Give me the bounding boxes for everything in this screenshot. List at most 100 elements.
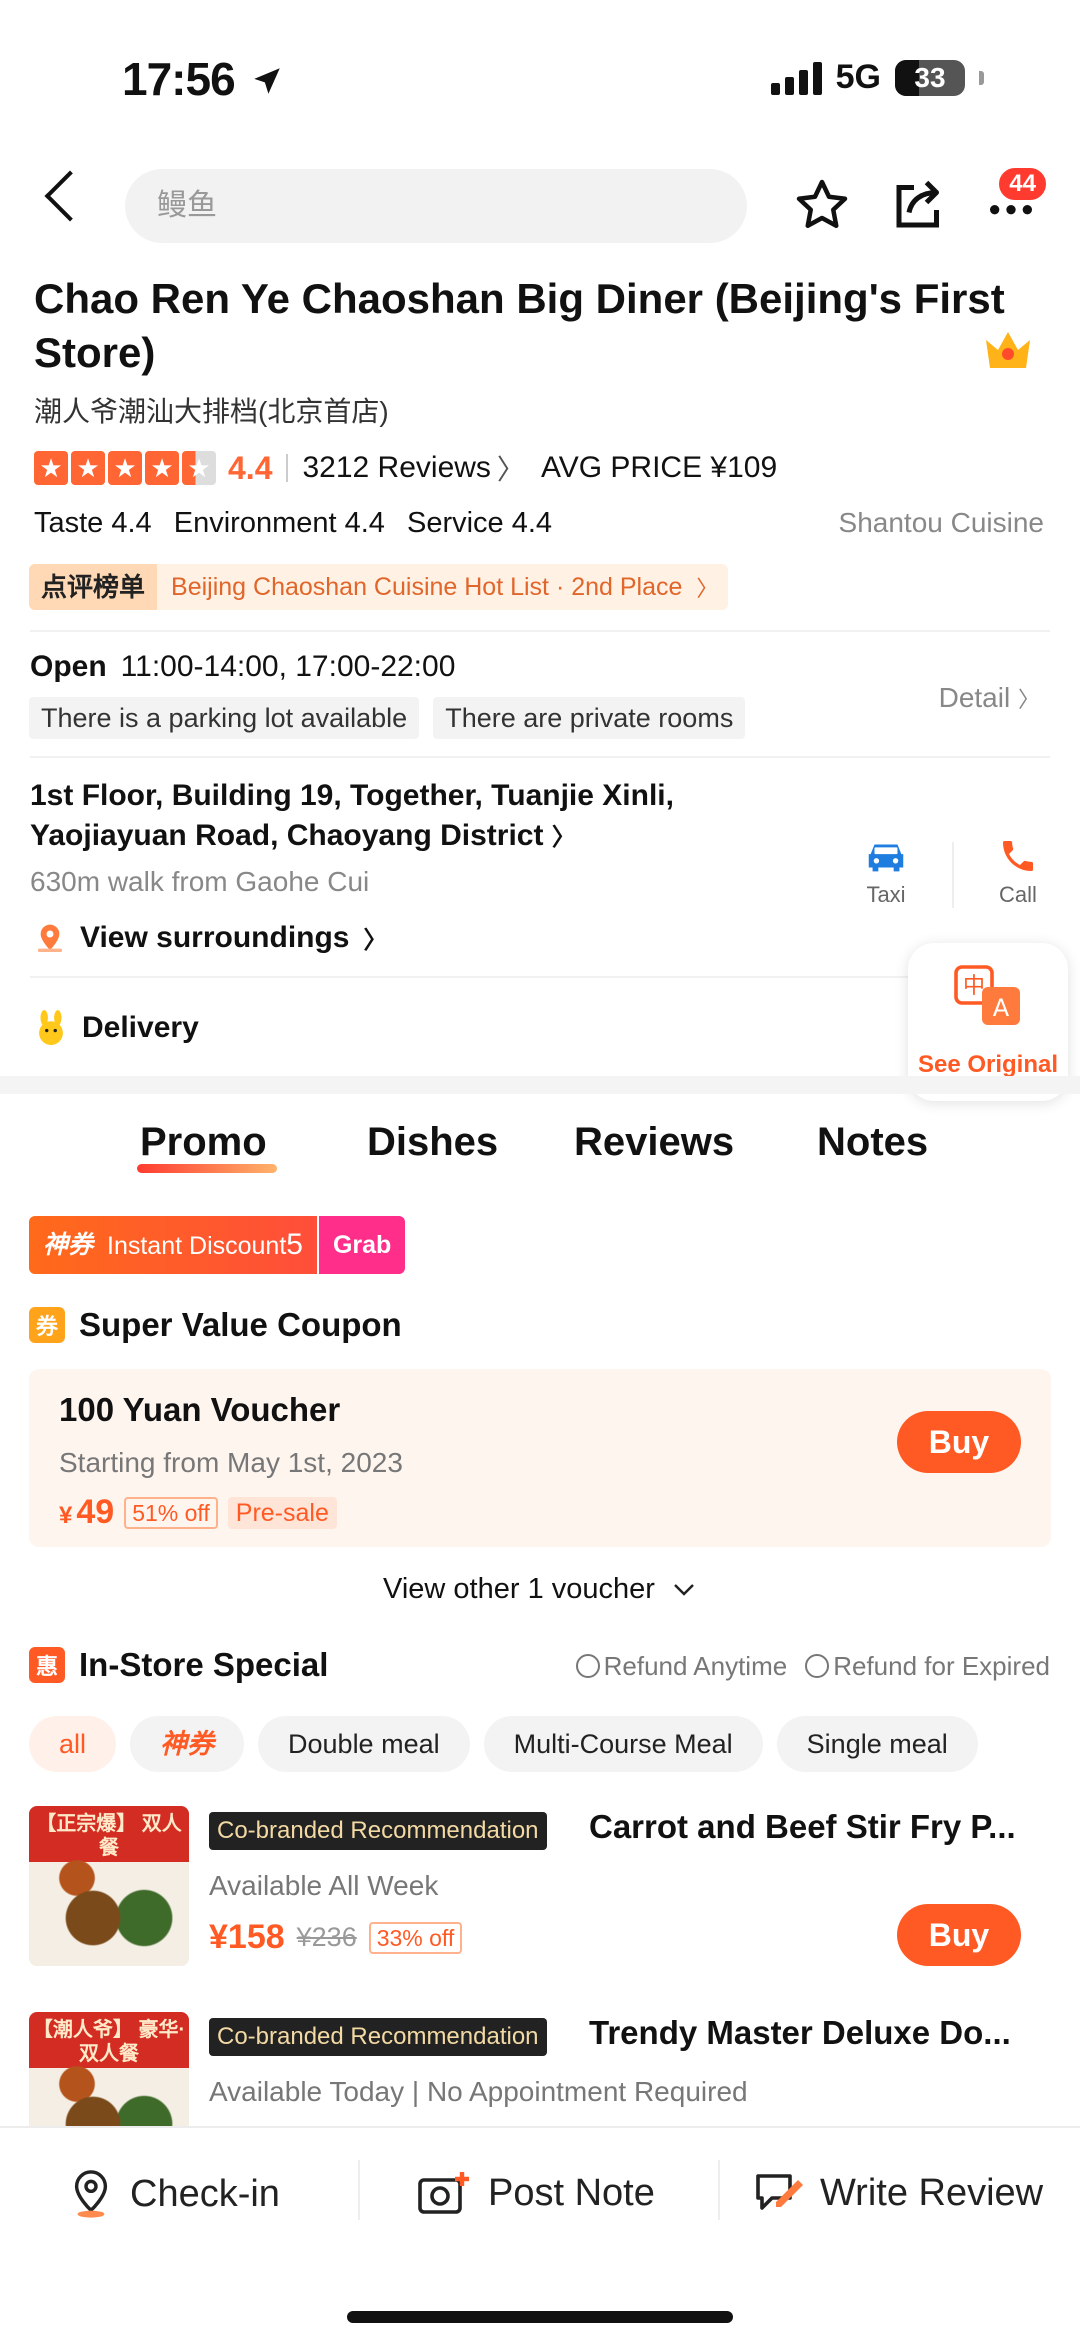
divider: [718, 2160, 720, 2220]
discount-badge: 51% off: [124, 1496, 218, 1529]
star-icon: ★: [182, 451, 216, 485]
taxi-icon: [868, 844, 904, 872]
section-gap: [0, 1076, 1080, 1094]
svg-text:A: A: [993, 994, 1010, 1022]
deal-availability: Available All Week: [209, 1870, 439, 1901]
tab-reviews[interactable]: Reviews: [574, 1120, 734, 1165]
divider: [30, 630, 1050, 632]
instant-discount-label: 神券 Instant Discount5: [29, 1216, 317, 1274]
chevron-right-icon: 〉: [363, 927, 388, 954]
back-icon[interactable]: [44, 170, 96, 222]
active-tab-indicator: [137, 1164, 277, 1173]
instore-section-title: In-Store Special: [79, 1646, 329, 1683]
hot-list-banner[interactable]: 点评榜单 Beijing Chaoshan Cuisine Hot List ·…: [29, 564, 729, 610]
write-review-button[interactable]: Write Review: [752, 2168, 1043, 2218]
deal-availability: Available Today | No Appointment Require…: [209, 2076, 748, 2107]
kangaroo-icon: [39, 1010, 63, 1045]
deal-original-price: ¥236: [296, 1922, 357, 1952]
rating-score: 4.4: [228, 449, 273, 486]
camera-plus-icon: [418, 2172, 469, 2214]
view-other-vouchers[interactable]: View other 1 voucher: [0, 1573, 1080, 1606]
voucher-name: 100 Yuan Voucher: [59, 1391, 341, 1428]
call-button[interactable]: Call: [990, 836, 1046, 908]
voucher-price: ¥49: [59, 1493, 115, 1531]
check-circle-icon: [575, 1654, 600, 1678]
deal-name: Carrot and Beef Stir Fry P...: [589, 1808, 1016, 1845]
tab-dishes[interactable]: Dishes: [367, 1120, 498, 1165]
meal-filters: all 神券 Double meal Multi-Course Meal Sin…: [29, 1716, 978, 1772]
voucher-buy-button[interactable]: Buy: [897, 1411, 1021, 1473]
status-indicators: 5G 33: [770, 58, 984, 97]
battery-tip: [979, 70, 984, 85]
view-surroundings-link[interactable]: View surroundings 〉: [34, 920, 388, 955]
edit-review-icon: [756, 2174, 803, 2210]
home-indicator: [347, 2311, 733, 2323]
coupon-section-title: Super Value Coupon: [79, 1306, 402, 1343]
see-original-label: See Original: [917, 1051, 1059, 1078]
taxi-button[interactable]: Taxi: [858, 836, 914, 908]
star-icon: ★: [108, 451, 142, 485]
delivery-row[interactable]: Delivery: [34, 1009, 199, 1047]
opening-hours: Open 11:00-14:00, 17:00-22:00: [30, 650, 455, 684]
instore-section-header: 惠 In-Store Special: [29, 1646, 328, 1684]
search-input[interactable]: 鳗鱼: [125, 169, 747, 243]
service-score: Service 4.4: [406, 507, 553, 539]
deal-item[interactable]: 【正宗爆】 双人餐 Co-branded Recommendation Carr…: [29, 1806, 1051, 1966]
facility-chip: There is a parking lot available: [29, 697, 420, 739]
phone-icon: [1003, 841, 1033, 871]
divider: [30, 756, 1050, 758]
location-pin-icon: [38, 924, 62, 952]
co-branded-tag: Co-branded Recommendation: [209, 1812, 547, 1850]
filter-multi-course[interactable]: Multi-Course Meal: [483, 1716, 763, 1772]
divider: [358, 2160, 360, 2220]
signal-icon: [770, 61, 822, 95]
crown-icon: [982, 326, 1034, 377]
co-branded-tag: Co-branded Recommendation: [209, 2018, 547, 2056]
divider: [286, 454, 289, 482]
environment-score: Environment 4.4: [173, 507, 385, 539]
deal-image: 【正宗爆】 双人餐: [29, 1806, 189, 1966]
location-pin-icon: [74, 2170, 108, 2218]
instant-discount-amount: 5: [286, 1227, 303, 1261]
refund-expired: Refund for Expired: [805, 1651, 1050, 1682]
tab-promo[interactable]: Promo: [140, 1120, 267, 1165]
cuisine-type: Shantou Cuisine: [838, 507, 1044, 538]
post-note-button[interactable]: Post Note: [416, 2168, 655, 2218]
walk-distance: 630m walk from Gaohe Cui: [30, 866, 370, 897]
star-icon: ★: [71, 451, 105, 485]
favorite-star-icon[interactable]: [787, 170, 857, 240]
voucher-card[interactable]: 100 Yuan Voucher Starting from May 1st, …: [29, 1369, 1051, 1547]
divider: [952, 842, 954, 908]
star-icon: ★: [34, 451, 68, 485]
deal-discount-badge: 33% off: [368, 1921, 463, 1954]
share-icon[interactable]: [884, 170, 954, 240]
deal-buy-button[interactable]: Buy: [897, 1904, 1021, 1966]
divider: [30, 976, 910, 978]
tab-notes[interactable]: Notes: [817, 1120, 928, 1165]
restaurant-name: Chao Ren Ye Chaoshan Big Diner (Beijing'…: [34, 275, 1005, 376]
grab-button[interactable]: Grab: [316, 1216, 406, 1274]
filter-all[interactable]: all: [29, 1716, 117, 1772]
status-time: 17:56: [122, 52, 284, 106]
instant-discount-text: Instant Discount: [107, 1231, 287, 1260]
hot-list-text: Beijing Chaoshan Cuisine Hot List · 2nd …: [171, 572, 683, 601]
review-count[interactable]: 3212 Reviews: [302, 451, 490, 485]
notification-badge: 44: [997, 166, 1048, 202]
refund-anytime: Refund Anytime: [575, 1651, 787, 1682]
translate-icon: 中A: [954, 965, 1020, 1025]
detail-link[interactable]: Detail 〉: [939, 682, 1040, 714]
chevron-right-icon: 〉: [496, 454, 525, 485]
check-circle-icon: [805, 1654, 830, 1678]
filter-double-meal[interactable]: Double meal: [258, 1716, 470, 1772]
location-arrow-icon: [254, 68, 281, 94]
address[interactable]: 1st Floor, Building 19, Together, Tuanji…: [30, 776, 750, 858]
checkin-button[interactable]: Check-in: [68, 2168, 280, 2220]
filter-god-coupon[interactable]: 神券: [130, 1716, 245, 1772]
filter-single-meal[interactable]: Single meal: [776, 1716, 978, 1772]
hot-list-tag: 点评榜单: [29, 564, 158, 610]
rating-row[interactable]: ★ ★ ★ ★ ★ 4.4 3212 Reviews 〉 AVG PRICE ¥…: [34, 448, 777, 488]
voucher-price-row: ¥49 51% off Pre-sale: [59, 1493, 337, 1532]
network-type: 5G: [835, 58, 881, 96]
instant-discount-banner[interactable]: 神券 Instant Discount5 Grab: [29, 1216, 406, 1274]
coupon-section-header: 券 Super Value Coupon: [29, 1306, 402, 1344]
